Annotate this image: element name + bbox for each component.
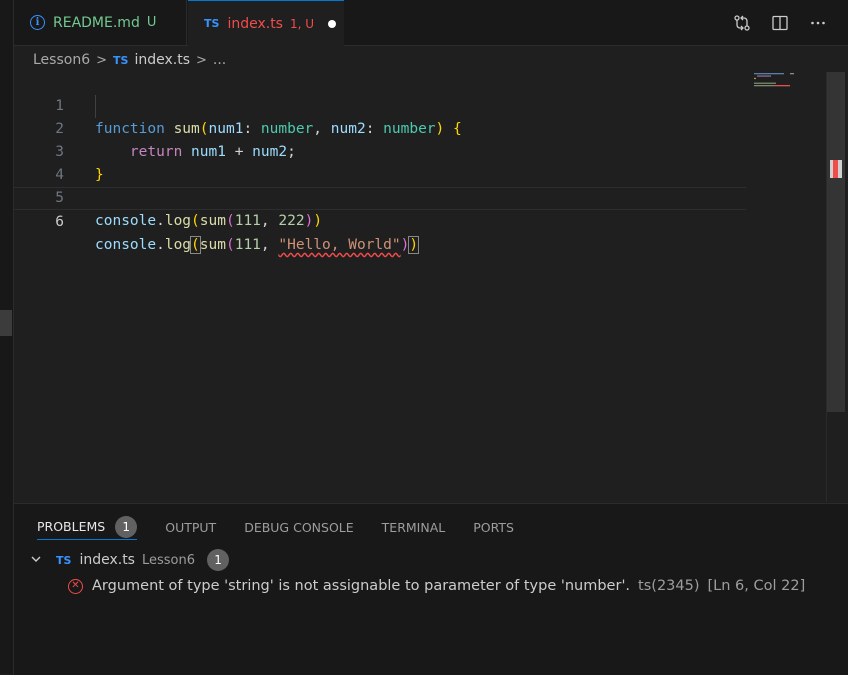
code-text: console.log(sum(111, "Hello, World")) [95, 236, 420, 254]
breadcrumb-more[interactable]: ... [213, 52, 226, 68]
tab-status-badge: 1, U [289, 16, 315, 31]
code-line[interactable]: 2 return num1 + num2; [14, 95, 746, 160]
code-line[interactable]: 4 [14, 141, 746, 183]
tab-label: README.md [53, 14, 140, 31]
problem-file-name: index.ts [79, 552, 135, 568]
panel-tabs: PROBLEMS 1 OUTPUT DEBUG CONSOLE TERMINAL … [37, 514, 514, 540]
problem-location: [Ln 6, Col 22] [707, 578, 806, 594]
tab-index-ts[interactable]: TS index.ts 1, U [188, 0, 344, 46]
tab-debug-console[interactable]: DEBUG CONSOLE [244, 514, 353, 540]
info-icon: i [30, 15, 45, 30]
code-line-current[interactable]: 6 console.log(sum(111, "Hello, World")) [14, 187, 746, 254]
problem-folder-name: Lesson6 [141, 552, 196, 568]
editor-actions [732, 13, 828, 33]
tab-ports[interactable]: PORTS [473, 514, 514, 540]
error-overview-marker [833, 160, 838, 178]
tab-terminal[interactable]: TERMINAL [382, 514, 446, 540]
code-line[interactable]: 5 console.log(sum(111, 222)) [14, 164, 746, 229]
tab-label: index.ts [227, 15, 283, 32]
compare-changes-icon[interactable] [732, 13, 752, 33]
problem-count-badge: 1 [115, 515, 138, 538]
activity-strip [0, 0, 14, 674]
breadcrumb-folder[interactable]: Lesson6 [33, 52, 90, 68]
scrollbar-thumb[interactable] [827, 72, 845, 412]
scroll-marker [0, 310, 12, 336]
typescript-icon: TS [113, 53, 129, 67]
more-actions-icon[interactable] [808, 13, 828, 33]
vertical-scrollbar[interactable] [826, 72, 845, 502]
problem-message: Argument of type 'string' is not assigna… [92, 578, 631, 594]
chevron-right-icon: > [196, 52, 207, 68]
tab-problems[interactable]: PROBLEMS 1 [37, 514, 138, 540]
tab-bar: i README.md U TS index.ts 1, U [14, 0, 848, 46]
unsaved-dot-icon[interactable] [328, 19, 337, 28]
code-text: console.log(sum(111, 222)) [95, 213, 323, 229]
file-problem-count-badge: 1 [207, 549, 230, 571]
breadcrumb: Lesson6 > TS index.ts > ... [33, 50, 226, 70]
bottom-panel: PROBLEMS 1 OUTPUT DEBUG CONSOLE TERMINAL … [14, 503, 848, 675]
problem-code: ts(2345) [638, 578, 700, 594]
code-editor[interactable]: 1 function sum(num1: number, num2: numbe… [14, 72, 826, 502]
code-line[interactable]: 3 } [14, 118, 746, 183]
error-icon: ✕ [68, 578, 83, 594]
problem-group-row[interactable]: TS index.ts Lesson6 1 [30, 548, 230, 572]
chevron-down-icon[interactable] [30, 553, 48, 568]
line-number: 6 [55, 214, 64, 230]
error-squiggle: "Hello, World" [278, 237, 401, 253]
tab-readme[interactable]: i README.md U [14, 0, 187, 45]
tab-status-badge: U [146, 15, 157, 30]
typescript-icon: TS [204, 17, 220, 30]
tab-output[interactable]: OUTPUT [165, 514, 216, 540]
chevron-right-icon: > [96, 52, 108, 68]
minimap[interactable] [754, 72, 794, 92]
problem-item[interactable]: ✕ Argument of type 'string' is not assig… [68, 574, 805, 598]
code-line[interactable]: 1 function sum(num1: number, num2: numbe… [14, 72, 746, 137]
breadcrumb-file[interactable]: index.ts [134, 52, 190, 68]
typescript-icon: TS [56, 553, 72, 567]
split-editor-icon[interactable] [770, 13, 790, 33]
